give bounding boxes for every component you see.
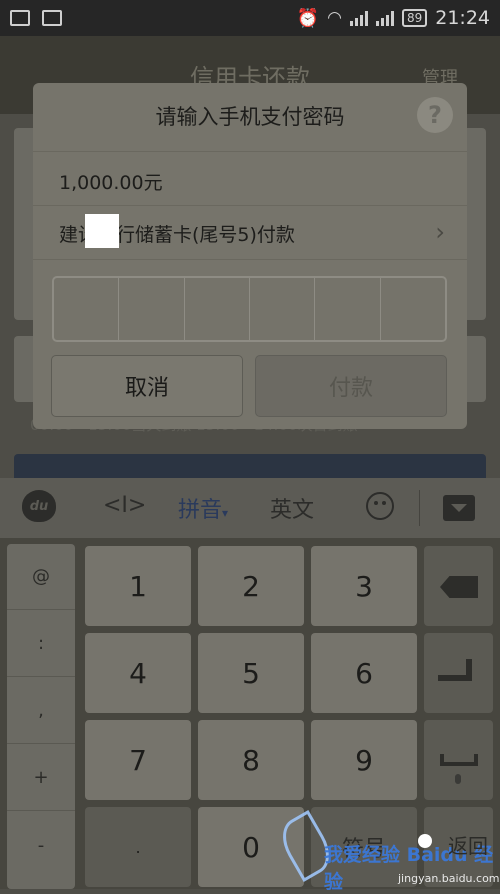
pinyin-tab[interactable]: 拼音▾ <box>178 492 228 524</box>
payment-amount: 1,000.00元 <box>59 172 163 194</box>
symbol-key-plus[interactable]: + <box>7 745 75 811</box>
backspace-icon <box>440 576 478 598</box>
alarm-icon: ⏰ <box>296 7 320 29</box>
password-input[interactable] <box>52 276 447 342</box>
help-icon[interactable]: ? <box>417 97 453 133</box>
symbol-key-comma[interactable]: , <box>7 678 75 744</box>
password-digit-3 <box>185 278 250 340</box>
mic-icon <box>455 774 461 784</box>
dialog-title: 请输入手机支付密码 <box>155 105 345 129</box>
key-3[interactable]: 3 <box>311 546 417 626</box>
toolbar-divider <box>419 490 420 526</box>
wifi-icon: ◠ <box>327 8 342 28</box>
key-8[interactable]: 8 <box>198 720 304 800</box>
watermark-url: jingyan.baidu.com <box>398 872 500 885</box>
divider <box>33 259 467 260</box>
key-2[interactable]: 2 <box>198 546 304 626</box>
payment-method-row[interactable]: 建设银行储蓄卡(尾号5)付款 › <box>33 205 467 259</box>
key-9[interactable]: 9 <box>311 720 417 800</box>
space-icon <box>440 754 478 766</box>
battery-icon: 89 <box>401 9 428 27</box>
cursor-move-icon[interactable]: <I> <box>103 493 146 518</box>
amount-row: 1,000.00元 <box>33 151 467 205</box>
key-5[interactable]: 5 <box>198 633 304 713</box>
image-notification-icon <box>42 10 62 26</box>
key-4[interactable]: 4 <box>85 633 191 713</box>
masked-card-digits <box>85 214 119 248</box>
signal-icon-2 <box>375 10 394 26</box>
symbol-key-minus[interactable]: - <box>7 812 75 878</box>
space-key[interactable] <box>424 720 493 800</box>
emoji-icon[interactable] <box>366 492 394 520</box>
symbol-key-colon[interactable]: : <box>7 611 75 677</box>
cancel-button[interactable]: 取消 <box>51 355 243 417</box>
keyboard-toolbar: du <I> 拼音▾ 英文 <box>0 478 500 538</box>
signal-icon <box>349 10 368 26</box>
collapse-keyboard-icon[interactable] <box>443 495 475 521</box>
key-7[interactable]: 7 <box>85 720 191 800</box>
chevron-right-icon: › <box>435 218 445 246</box>
enter-key[interactable] <box>424 633 493 713</box>
baidu-jingyan-watermark: 我爱经验 Baidu 经验 jingyan.baidu.com 返回 <box>273 810 500 893</box>
password-digit-4 <box>250 278 316 340</box>
key-dot[interactable]: . <box>85 807 191 887</box>
payment-password-dialog: 请输入手机支付密码 ? 1,000.00元 建设银行储蓄卡(尾号5)付款 › 取… <box>33 83 467 429</box>
card-suffix: )付款 <box>249 224 295 246</box>
backspace-key[interactable] <box>424 546 493 626</box>
password-digit-1 <box>54 278 120 340</box>
password-digit-5 <box>315 278 381 340</box>
enter-icon <box>438 659 472 681</box>
key-1[interactable]: 1 <box>85 546 191 626</box>
key-6[interactable]: 6 <box>311 633 417 713</box>
symbol-key-at[interactable]: @ <box>7 544 75 610</box>
password-digit-2 <box>119 278 185 340</box>
keyboard-notification-icon <box>10 10 30 26</box>
english-tab[interactable]: 英文 <box>270 492 314 524</box>
symbol-column: @ : , + - <box>7 544 75 889</box>
baidu-bear-icon[interactable]: du <box>22 490 56 522</box>
return-key-label: 返回 <box>448 834 488 858</box>
payment-method-label: 建设银行储蓄卡(尾号5)付款 <box>59 214 295 248</box>
password-digit-6 <box>381 278 445 340</box>
pay-button[interactable]: 付款 <box>255 355 447 417</box>
status-bar: ⏰ ◠ 89 21:24 <box>0 0 500 36</box>
clock: 21:24 <box>435 7 490 29</box>
